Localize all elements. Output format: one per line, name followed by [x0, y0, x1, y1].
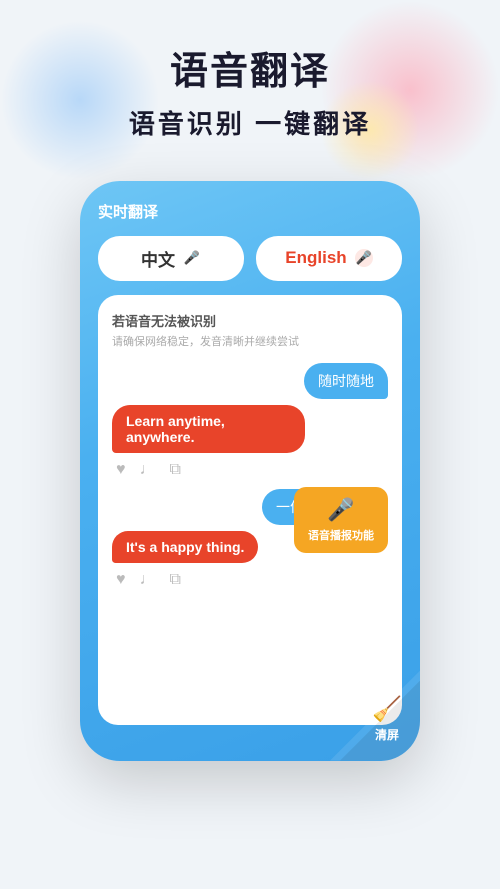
english-lang-label: English [285, 248, 346, 268]
clear-label: 清屏 [375, 726, 399, 743]
copy-icon-2[interactable]: ⧉ [170, 571, 181, 589]
phone-title: 实时翻译 [98, 201, 158, 222]
chat-area: 若语音无法被识别 请确保网络稳定，发音清晰并继续尝试 随时随地 Learn an… [98, 295, 402, 725]
clear-broom-icon: 🧹 [372, 695, 402, 724]
action-row-1: ♥ ♩ ⧉ [112, 457, 185, 483]
chinese-lang-label: 中文 [141, 246, 175, 271]
tooltip-popup: 🎤 语音播报功能 [294, 487, 388, 553]
heart-icon-2[interactable]: ♥ [116, 571, 126, 589]
message-group-1: 随时随地 [112, 363, 388, 399]
english-lang-button[interactable]: English 🎤 [256, 236, 402, 281]
tooltip-mic-icon: 🎤 [327, 497, 354, 523]
english-mic-icon: 🎤 [355, 249, 373, 267]
heart-icon-1[interactable]: ♥ [116, 461, 126, 479]
header-section: 语音翻译 语音识别 一键翻译 [0, 0, 500, 161]
main-title: 语音翻译 [0, 50, 500, 96]
chinese-lang-button[interactable]: 中文 🎤 [98, 236, 244, 281]
bubble-en-2: It's a happy thing. [112, 531, 258, 563]
tooltip-label: 语音播报功能 [308, 527, 374, 543]
action-row-2: ♥ ♩ ⧉ [112, 567, 185, 593]
bubble-en-1: Learn anytime, anywhere. [112, 405, 305, 453]
chat-messages: 随时随地 Learn anytime, anywhere. ♥ ♩ ⧉ 一件快乐… [112, 363, 388, 593]
title-bar: 实时翻译 [98, 201, 402, 222]
speaker-icon-1[interactable]: ♩ [140, 461, 156, 479]
message-group-2: Learn anytime, anywhere. ♥ ♩ ⧉ [112, 405, 388, 483]
bubble-zh-1: 随时随地 [304, 363, 388, 399]
unrecognized-title: 若语音无法被识别 [112, 311, 388, 330]
clear-button[interactable]: 🧹 清屏 [372, 695, 402, 743]
chinese-mic-icon: 🎤 [183, 249, 201, 267]
copy-icon-1[interactable]: ⧉ [170, 461, 181, 479]
phone-frame: 实时翻译 中文 🎤 English 🎤 若语音无法被识别 请确保网络稳定，发音清… [80, 181, 420, 761]
phone-wrapper: 实时翻译 中文 🎤 English 🎤 若语音无法被识别 请确保网络稳定，发音清… [0, 181, 500, 761]
unrecognized-section: 若语音无法被识别 请确保网络稳定，发音清晰并继续尝试 [112, 311, 388, 349]
language-selector-row: 中文 🎤 English 🎤 [98, 236, 402, 281]
unrecognized-subtitle: 请确保网络稳定，发音清晰并继续尝试 [112, 333, 388, 349]
speaker-icon-2[interactable]: ♩ [140, 571, 156, 589]
sub-title: 语音识别 一键翻译 [0, 104, 500, 141]
